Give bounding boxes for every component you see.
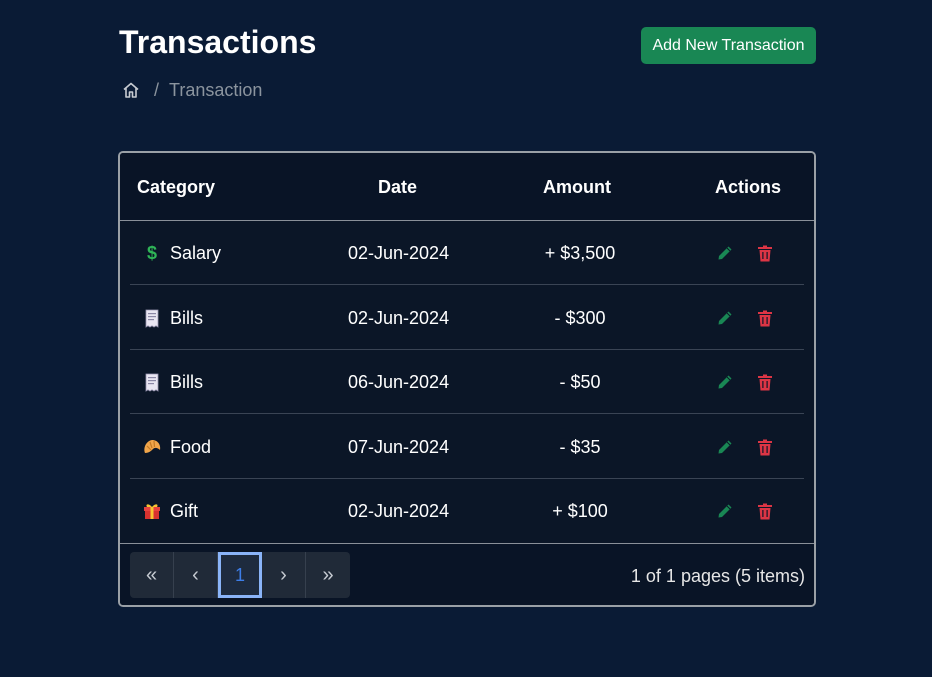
table-row: Gift 02-Jun-2024 + $100 xyxy=(130,479,804,543)
amount-cell: + $100 xyxy=(552,501,608,521)
page-info: 1 of 1 pages (5 items) xyxy=(630,566,805,586)
first-page-button[interactable]: « xyxy=(130,552,174,598)
receipt-icon xyxy=(142,307,162,329)
category-cell: Gift xyxy=(142,479,198,543)
breadcrumb-current: Transaction xyxy=(169,79,263,100)
actions-cell xyxy=(715,415,775,479)
date-cell: 02-Jun-2024 xyxy=(348,501,450,521)
gift-icon xyxy=(142,500,162,522)
edit-pencil-icon[interactable] xyxy=(715,243,735,263)
svg-text:$: $ xyxy=(147,243,157,263)
delete-trash-icon[interactable] xyxy=(755,372,775,392)
date-cell: 07-Jun-2024 xyxy=(348,437,450,457)
category-label: Food xyxy=(170,437,212,457)
category-cell: Food xyxy=(142,415,211,479)
date-cell: 02-Jun-2024 xyxy=(348,243,450,263)
category-label: Gift xyxy=(170,501,199,521)
amount-cell: - $300 xyxy=(554,308,606,328)
edit-pencil-icon[interactable] xyxy=(715,437,735,457)
category-cell: Bills xyxy=(142,350,203,414)
date-cell: 06-Jun-2024 xyxy=(348,372,450,392)
edit-pencil-icon[interactable] xyxy=(715,501,735,521)
dollar-icon: $ xyxy=(142,242,162,264)
actions-cell xyxy=(715,286,775,350)
table-footer: « ‹ 1 › » 1 of 1 pages (5 items) xyxy=(120,543,814,605)
column-header-category[interactable]: Category xyxy=(137,153,215,221)
transactions-table: Category Date Amount Actions $ Salary 02… xyxy=(118,151,816,607)
breadcrumb: / Transaction xyxy=(122,79,262,101)
column-header-actions: Actions xyxy=(715,177,782,197)
delete-trash-icon[interactable] xyxy=(755,308,775,328)
category-label: Bills xyxy=(170,372,204,392)
category-label: Salary xyxy=(170,243,222,263)
croissant-icon xyxy=(142,436,162,458)
receipt-icon xyxy=(142,371,162,393)
column-header-date[interactable]: Date xyxy=(378,153,417,221)
category-label: Bills xyxy=(170,308,204,328)
category-cell: Bills xyxy=(142,286,203,350)
amount-cell: - $35 xyxy=(559,437,601,457)
table-header: Category Date Amount Actions xyxy=(120,153,814,221)
actions-cell xyxy=(715,350,775,414)
table-row: $ Salary 02-Jun-2024 + $3,500 xyxy=(130,221,804,285)
amount-cell: - $50 xyxy=(559,372,601,392)
add-new-transaction-button[interactable]: Add New Transaction xyxy=(641,27,816,64)
next-page-button[interactable]: › xyxy=(262,552,306,598)
date-cell: 02-Jun-2024 xyxy=(348,308,450,328)
actions-cell xyxy=(715,221,775,285)
pagination: « ‹ 1 › » xyxy=(130,552,350,598)
home-icon[interactable] xyxy=(122,81,140,99)
edit-pencil-icon[interactable] xyxy=(715,372,735,392)
delete-trash-icon[interactable] xyxy=(755,501,775,521)
edit-pencil-icon[interactable] xyxy=(715,308,735,328)
breadcrumb-separator: / xyxy=(154,79,160,100)
column-header-amount[interactable]: Amount xyxy=(543,153,611,221)
delete-trash-icon[interactable] xyxy=(755,437,775,457)
table-row: Bills 06-Jun-2024 - $50 xyxy=(130,350,804,414)
delete-trash-icon[interactable] xyxy=(755,243,775,263)
table-row: Food 07-Jun-2024 - $35 xyxy=(130,415,804,479)
page-number-button[interactable]: 1 xyxy=(218,552,262,598)
category-cell: $ Salary xyxy=(142,221,221,285)
table-row: Bills 02-Jun-2024 - $300 xyxy=(130,286,804,350)
actions-cell xyxy=(715,479,775,543)
amount-cell: + $3,500 xyxy=(544,243,616,263)
page-header: Transactions Add New Transaction xyxy=(119,22,816,64)
page-title: Transactions xyxy=(119,24,317,60)
last-page-button[interactable]: » xyxy=(306,552,350,598)
previous-page-button[interactable]: ‹ xyxy=(174,552,218,598)
